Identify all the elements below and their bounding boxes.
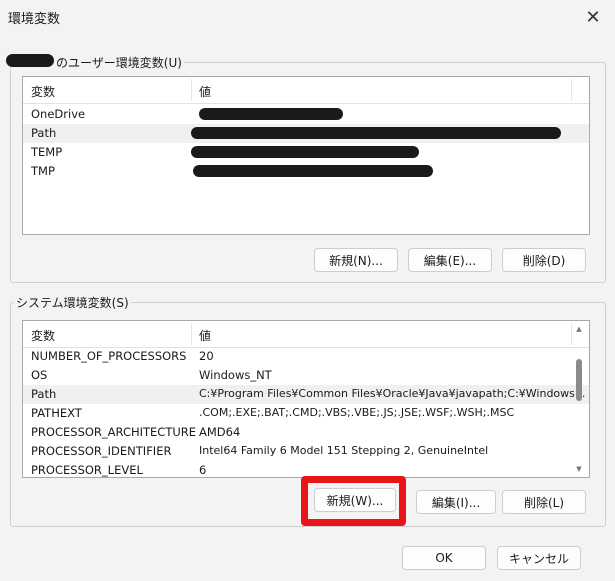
variable-name: TEMP	[31, 145, 63, 159]
variable-name: Path	[31, 126, 57, 140]
table-row[interactable]: TMP	[23, 162, 589, 181]
variable-name: PROCESSOR_LEVEL	[31, 463, 143, 477]
variable-name: Path	[31, 387, 57, 401]
table-row[interactable]: OS Windows_NT	[23, 366, 589, 385]
variable-name: OS	[31, 368, 48, 382]
variable-name: PROCESSOR_IDENTIFIER	[31, 444, 172, 458]
cancel-button[interactable]: キャンセル	[497, 546, 581, 570]
list-header: 変数 値	[23, 77, 589, 104]
redacted-value	[191, 146, 419, 158]
table-row[interactable]: Path	[23, 124, 589, 143]
column-header-variable[interactable]: 変数	[31, 327, 55, 344]
system-new-button[interactable]: 新規(W)...	[314, 488, 396, 512]
system-variables-label: システム環境変数(S)	[14, 294, 131, 311]
variable-value: 6	[199, 463, 207, 477]
redacted-value	[199, 108, 343, 120]
title-bar: 環境変数 ✕	[0, 0, 615, 34]
table-row[interactable]: PROCESSOR_IDENTIFIER Intel64 Family 6 Mo…	[23, 442, 589, 461]
table-row[interactable]: PATHEXT .COM;.EXE;.BAT;.CMD;.VBS;.VBE;.J…	[23, 404, 589, 423]
vertical-scrollbar[interactable]	[576, 359, 582, 401]
table-row[interactable]: NUMBER_OF_PROCESSORS 20	[23, 347, 589, 366]
column-header-value[interactable]: 値	[199, 83, 211, 100]
system-edit-button[interactable]: 編集(I)...	[416, 490, 496, 514]
close-icon[interactable]: ✕	[571, 0, 615, 34]
column-separator[interactable]	[571, 79, 572, 101]
variable-value: Windows_NT	[199, 368, 272, 382]
variable-name: PATHEXT	[31, 406, 82, 420]
user-new-button[interactable]: 新規(N)...	[314, 248, 398, 272]
variable-value: C:¥Program Files¥Common Files¥Oracle¥Jav…	[199, 387, 586, 400]
variable-name: NUMBER_OF_PROCESSORS	[31, 349, 187, 363]
ok-button[interactable]: OK	[402, 546, 486, 570]
user-delete-button[interactable]: 削除(D)	[502, 248, 586, 272]
variable-value: Intel64 Family 6 Model 151 Stepping 2, G…	[199, 444, 489, 457]
list-header: 変数 値	[23, 321, 589, 348]
system-delete-button[interactable]: 削除(L)	[502, 490, 586, 514]
scroll-down-icon[interactable]: ▼	[574, 465, 584, 473]
table-row[interactable]: Path C:¥Program Files¥Common Files¥Oracl…	[23, 385, 589, 404]
user-edit-button[interactable]: 編集(E)...	[408, 248, 492, 272]
variable-name: OneDrive	[31, 107, 86, 121]
variable-value: AMD64	[199, 425, 241, 439]
redacted-value	[191, 127, 561, 139]
column-header-value[interactable]: 値	[199, 327, 211, 344]
variable-name: TMP	[31, 164, 55, 178]
variable-name: PROCESSOR_ARCHITECTURE	[31, 425, 197, 439]
redacted-username	[6, 54, 54, 67]
column-header-variable[interactable]: 変数	[31, 83, 55, 100]
table-row[interactable]: OneDrive	[23, 105, 589, 124]
window-title: 環境変数	[8, 12, 61, 27]
user-variables-list[interactable]: 変数 値 OneDrive Path TEMP TMP	[22, 76, 590, 235]
column-separator[interactable]	[191, 323, 192, 345]
variable-value: .COM;.EXE;.BAT;.CMD;.VBS;.VBE;.JS;.JSE;.…	[199, 406, 515, 419]
system-variables-list[interactable]: 変数 値 NUMBER_OF_PROCESSORS 20 OS Windows_…	[22, 320, 590, 478]
table-row[interactable]: PROCESSOR_ARCHITECTURE AMD64	[23, 423, 589, 442]
scroll-up-icon[interactable]: ▲	[574, 325, 584, 333]
column-separator[interactable]	[571, 323, 572, 345]
column-separator[interactable]	[191, 79, 192, 101]
redacted-value	[193, 165, 433, 177]
table-row[interactable]: TEMP	[23, 143, 589, 162]
variable-value: 20	[199, 349, 214, 363]
user-variables-label: のユーザー環境変数(U)	[54, 54, 184, 71]
